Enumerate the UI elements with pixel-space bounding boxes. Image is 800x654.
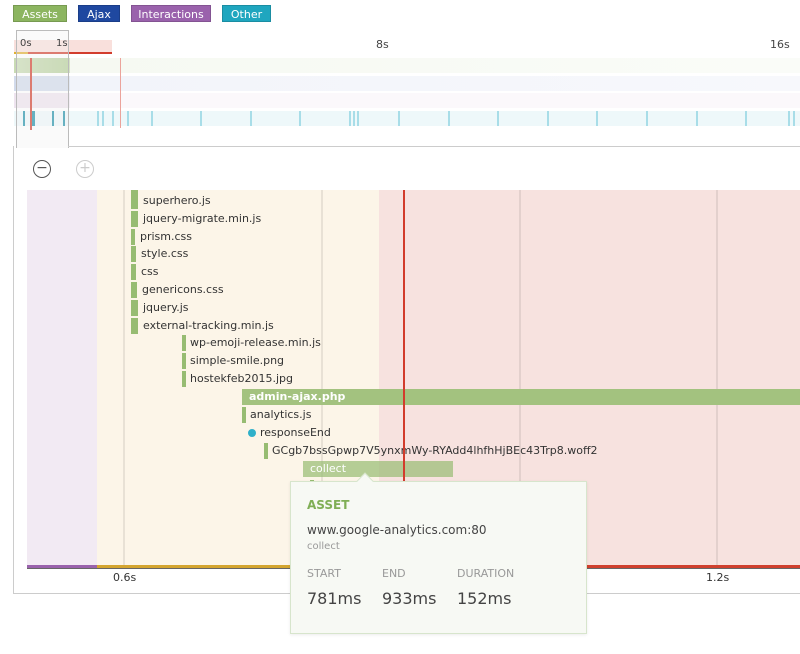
list-item[interactable]: jquery-migrate.min.js [0,211,800,227]
timing-bar [97,111,99,126]
timing-bar [250,111,252,126]
overview-tick: 16s [770,38,790,51]
timing-bar [131,264,136,280]
tooltip-duration-value: 152ms [457,589,512,608]
overview-tick: 8s [376,38,389,51]
legend-assets-button[interactable]: Assets [13,5,67,22]
row-label: genericons.css [142,283,224,296]
timing-bar [127,111,129,126]
timing-bar [151,111,153,126]
event-dot-icon [248,429,256,437]
timing-bar [398,111,400,126]
timing-bar [102,111,104,126]
timing-bar [353,111,355,126]
overview-tick: 1s [56,38,68,49]
list-item[interactable]: analytics.js [0,407,800,423]
row-label: wp-emoji-release.min.js [190,336,321,349]
list-item[interactable]: jquery.js [0,300,800,316]
list-item[interactable]: external-tracking.min.js [0,318,800,334]
timing-bar [112,111,114,126]
overview-other-row [14,111,800,126]
list-item-selected[interactable]: collect [0,461,800,477]
timing-bar [131,318,138,334]
timing-bar [131,211,138,227]
row-label: prism.css [140,230,193,243]
row-label: external-tracking.min.js [143,319,274,332]
timing-bar [264,443,268,459]
row-label: GCgb7bssGpwp7V5ynxmWy-RYAdd4lhfhHjBEc43T… [272,444,598,457]
list-item[interactable]: prism.css [0,229,800,245]
tooltip-end-value: 933ms [382,589,437,608]
list-item[interactable]: responseEnd [0,425,800,441]
list-item[interactable]: genericons.css [0,282,800,298]
tooltip-type: ASSET [307,498,350,512]
timing-bar [131,229,135,245]
tooltip-start-label: START [307,567,341,580]
timing-bar [788,111,790,126]
timing-bar [547,111,549,126]
timing-bar [357,111,359,126]
row-label: style.css [141,247,189,260]
asset-tooltip: ASSET www.google-analytics.com:80 collec… [290,472,587,634]
timing-bar [131,193,138,209]
timing-bar [448,111,450,126]
timing-bar [745,111,747,126]
list-item[interactable]: admin-ajax.php [0,389,800,405]
timing-bar [242,407,246,423]
tooltip-start-value: 781ms [307,589,362,608]
timing-bar [696,111,698,126]
list-item[interactable]: hostekfeb2015.jpg [0,371,800,387]
tooltip-duration-label: DURATION [457,567,515,580]
timing-bar [596,111,598,126]
timing-bar [200,111,202,126]
tooltip-name: collect [307,541,340,552]
timing-bar [349,111,351,126]
row-label: analytics.js [250,408,312,421]
overview-bottom-border [68,146,800,147]
overview-interactions-row [14,93,800,108]
timing-bar [182,371,186,387]
list-item[interactable]: superhero.js [0,193,800,209]
overview-assets-row [14,58,800,73]
list-item[interactable]: style.css [0,246,800,262]
row-label: jquery.js [143,301,189,314]
row-label: simple-smile.png [190,354,285,367]
row-label: superhero.js [143,194,211,207]
axis-tick: 0.6s [113,571,137,584]
row-label: responseEnd [260,426,331,439]
axis-tick: 1.2s [706,571,730,584]
timing-bar [646,111,648,126]
row-label: css [141,265,159,278]
timing-bar [182,353,186,369]
legend-ajax-button[interactable]: Ajax [78,5,120,22]
timing-bar [793,111,795,126]
list-item[interactable]: simple-smile.png [0,353,800,369]
row-label: collect [310,462,347,475]
list-item[interactable]: GCgb7bssGpwp7V5ynxmWy-RYAdd4lhfhHjBEc43T… [0,443,800,459]
row-label: hostekfeb2015.jpg [190,372,294,385]
list-item[interactable]: wp-emoji-release.min.js [0,335,800,351]
legend-interactions-button[interactable]: Interactions [131,5,211,22]
tooltip-host: www.google-analytics.com:80 [307,523,487,537]
overview-ajax-row [14,76,800,91]
timing-bar [131,282,137,298]
overview-tick: 0s [20,38,32,49]
list-item[interactable]: css [0,264,800,280]
zoom-out-button[interactable]: − [33,160,51,178]
zoom-in-button[interactable]: + [76,160,94,178]
row-label: jquery-migrate.min.js [143,212,262,225]
legend-other-button[interactable]: Other [222,5,271,22]
overview-pink-marker [120,58,121,128]
timing-bar [131,246,136,262]
timing-bar [299,111,301,126]
timing-bar [182,335,186,351]
timing-bar [497,111,499,126]
timing-bar [131,300,138,316]
tooltip-end-label: END [382,567,406,580]
row-label: admin-ajax.php [249,390,346,403]
